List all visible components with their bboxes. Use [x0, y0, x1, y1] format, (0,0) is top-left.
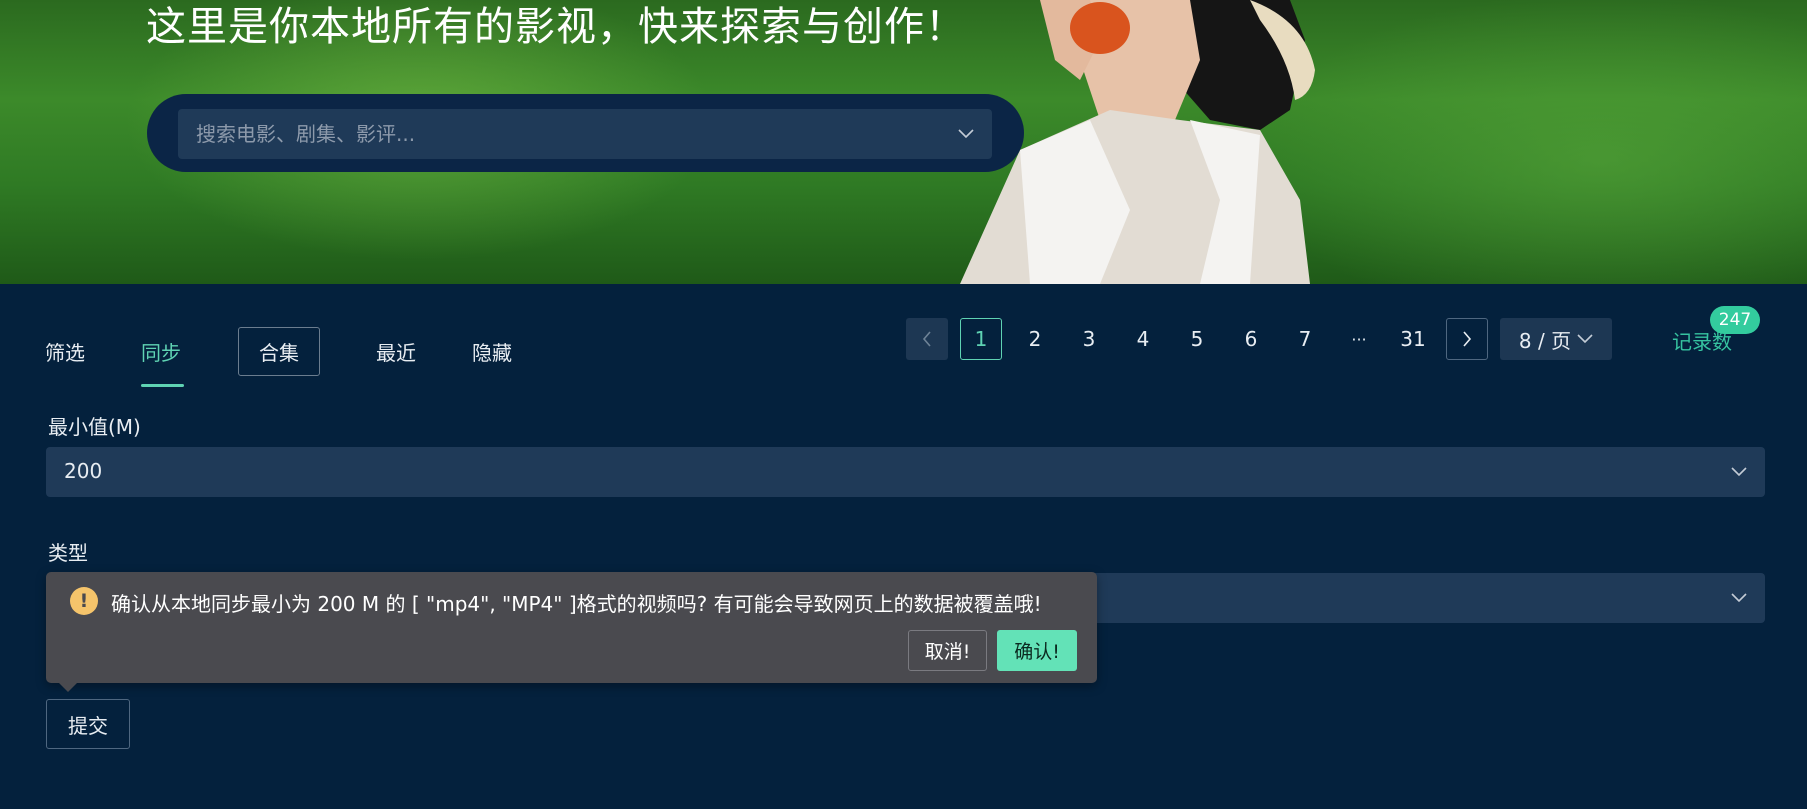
popover-arrow	[59, 683, 77, 692]
search-select[interactable]	[178, 109, 992, 159]
page-size-select[interactable]: 8 / 页	[1500, 318, 1612, 360]
pagination-page-5[interactable]: 5	[1176, 318, 1218, 360]
pagination-page-3[interactable]: 3	[1068, 318, 1110, 360]
chevron-down-icon	[1731, 467, 1747, 477]
tab-filter[interactable]: 筛选	[45, 337, 85, 366]
tab-active-indicator	[141, 384, 184, 387]
cancel-button[interactable]: 取消!	[908, 630, 987, 671]
min-size-label: 最小值(M)	[48, 415, 141, 439]
pagination-page-2[interactable]: 2	[1014, 318, 1056, 360]
tab-collection[interactable]: 合集	[238, 327, 320, 376]
warning-icon: !	[70, 587, 98, 615]
confirm-button[interactable]: 确认!	[997, 630, 1077, 671]
submit-button[interactable]: 提交	[46, 699, 130, 749]
chevron-right-icon	[1463, 331, 1472, 347]
min-size-select[interactable]: 200	[46, 447, 1765, 497]
confirm-message: 确认从本地同步最小为 200 M 的 [ "mp4", "MP4" ]格式的视频…	[111, 592, 1042, 616]
pagination-page-1[interactable]: 1	[960, 318, 1002, 360]
hero-banner: 这里是你本地所有的影视，快来探索与创作！	[0, 0, 1807, 284]
pagination-ellipsis[interactable]: ···	[1338, 318, 1380, 360]
pagination-page-7[interactable]: 7	[1284, 318, 1326, 360]
tab-hidden[interactable]: 隐藏	[472, 337, 512, 366]
min-size-value: 200	[64, 459, 103, 483]
sync-confirm-popover: ! 确认从本地同步最小为 200 M 的 [ "mp4", "MP4" ]格式的…	[46, 572, 1097, 683]
tab-recent[interactable]: 最近	[376, 337, 416, 366]
chevron-down-icon	[1731, 593, 1747, 603]
record-count-badge: 247	[1710, 306, 1760, 334]
pagination-page-31[interactable]: 31	[1392, 318, 1434, 360]
chevron-left-icon	[922, 331, 931, 347]
pagination-page-6[interactable]: 6	[1230, 318, 1272, 360]
type-label: 类型	[48, 541, 88, 565]
page-size-value: 8 / 页	[1518, 328, 1572, 353]
hero-photo-person	[960, 0, 1315, 284]
search-bar	[147, 94, 1024, 172]
chevron-down-icon[interactable]	[958, 129, 974, 139]
tab-sync[interactable]: 同步	[141, 337, 181, 366]
search-input[interactable]	[178, 109, 938, 159]
page-title: 这里是你本地所有的影视，快来探索与创作！	[146, 4, 966, 50]
chevron-down-icon	[1577, 334, 1593, 344]
pagination-next-button[interactable]	[1446, 318, 1488, 360]
pagination-page-4[interactable]: 4	[1122, 318, 1164, 360]
pagination-prev-button[interactable]	[906, 318, 948, 360]
